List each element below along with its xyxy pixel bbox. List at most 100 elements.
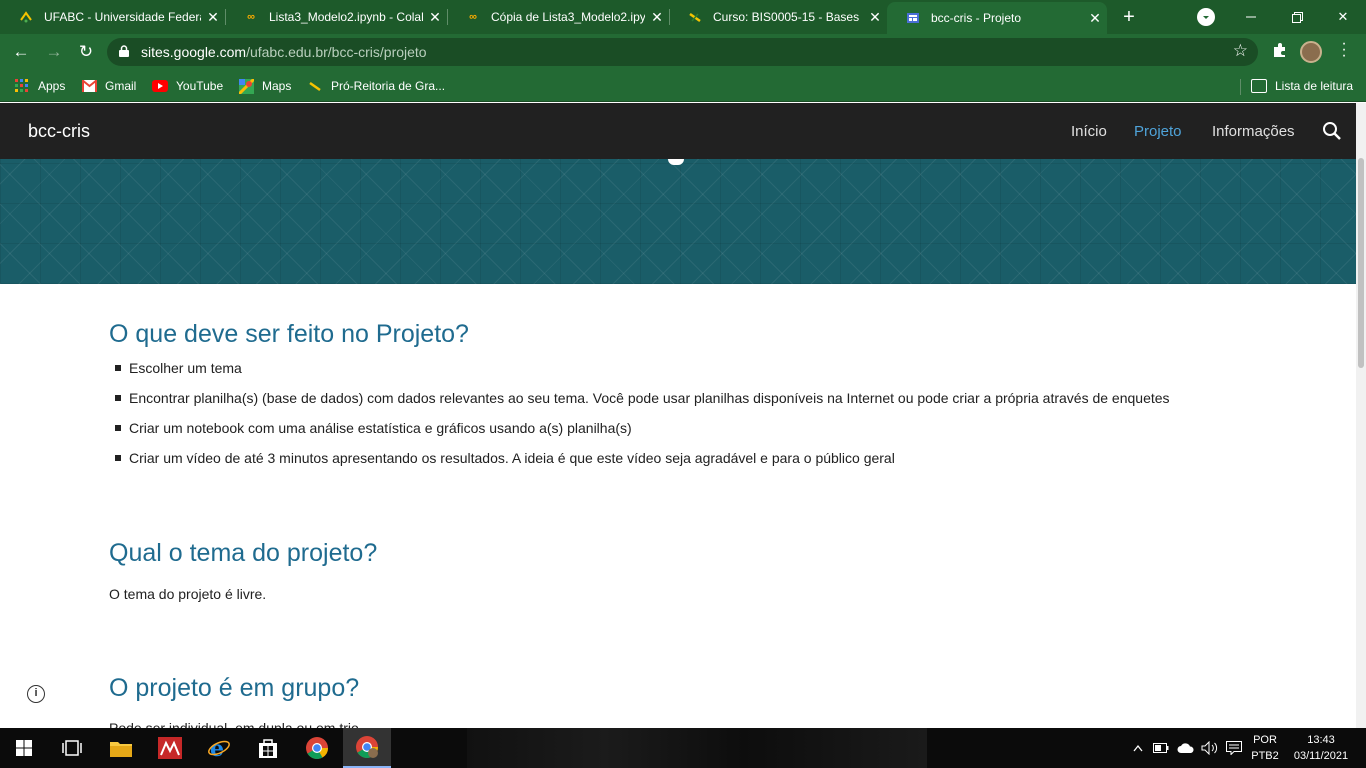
tab-bcc-cris[interactable]: bcc-cris - Projeto ✕ [887, 2, 1107, 34]
volume-icon[interactable] [1199, 728, 1221, 768]
task-list: Escolher um tema Encontrar planilha(s) (… [115, 359, 1170, 479]
tab-moodle[interactable]: Curso: BIS0005-15 - Bases Co ✕ [669, 0, 887, 34]
section-heading-grupo: O projeto é em grupo? [109, 674, 360, 702]
language-code: POR [1253, 734, 1277, 746]
nav-inicio[interactable]: Início [1071, 123, 1107, 140]
bookmark-label: YouTube [176, 79, 224, 93]
reading-list-button[interactable]: Lista de leitura [1251, 76, 1353, 96]
tab-title: Cópia de Lista3_Modelo2.ipynb [491, 10, 645, 24]
clock-time: 13:43 [1307, 734, 1335, 746]
tab-colab-2[interactable]: ∞ Cópia de Lista3_Modelo2.ipynb ✕ [447, 0, 669, 34]
action-center-icon[interactable] [1224, 728, 1244, 768]
chrome-icon[interactable] [293, 728, 341, 768]
tab-colab-1[interactable]: ∞ Lista3_Modelo2.ipynb - Colab ✕ [225, 0, 447, 34]
bookmark-youtube[interactable]: YouTube [152, 76, 223, 96]
apps-grid-icon [14, 78, 30, 94]
site-header: bcc-cris Início Projeto Informações [0, 103, 1366, 159]
input-language-indicator[interactable]: POR PTB2 [1249, 732, 1281, 764]
task-view-icon[interactable] [48, 728, 96, 768]
ufabc-bookmark-icon [307, 78, 323, 94]
tab-search-chevron-icon[interactable] [1197, 8, 1215, 26]
gmail-icon [81, 78, 97, 94]
svg-text:e: e [210, 736, 224, 760]
windows-start-icon[interactable] [0, 728, 48, 768]
section-heading-tema: Qual o tema do projeto? [109, 539, 378, 567]
keyboard-layout: PTB2 [1251, 750, 1279, 762]
list-item: Escolher um tema [115, 359, 1170, 389]
close-tab-icon[interactable]: ✕ [645, 9, 669, 26]
url-text: sites.google.com/ufabc.edu.br/bcc-cris/p… [141, 44, 427, 60]
internet-explorer-icon[interactable]: e [195, 728, 243, 768]
page-scrollbar[interactable] [1356, 103, 1366, 728]
tab-title: UFABC - Universidade Federal [44, 10, 201, 24]
battery-icon[interactable] [1152, 728, 1170, 768]
info-icon[interactable]: i [27, 685, 45, 703]
youtube-icon [152, 78, 168, 94]
bookmark-star-icon[interactable]: ☆ [1233, 41, 1248, 61]
ufabc-favicon-icon [18, 9, 34, 25]
profile-avatar[interactable] [1300, 41, 1322, 63]
bookmark-label: Pró-Reitoria de Gra... [331, 79, 446, 93]
clock-date: 03/11/2021 [1293, 750, 1349, 762]
tab-strip: UFABC - Universidade Federal ✕ ∞ Lista3_… [0, 0, 1366, 34]
microsoft-store-icon[interactable] [244, 728, 292, 768]
bookmark-label: Maps [262, 79, 292, 93]
bookmark-apps[interactable]: Apps [14, 76, 65, 96]
tab-title: Curso: BIS0005-15 - Bases Co [713, 10, 863, 24]
moodle-favicon-icon [687, 9, 703, 25]
back-arrow-icon[interactable]: ← [9, 40, 33, 64]
new-tab-plus-icon[interactable]: + [1117, 5, 1141, 29]
reading-list-icon [1251, 79, 1267, 93]
bookmark-gmail[interactable]: Gmail [81, 76, 136, 96]
browser-toolbar: ← → ↻ sites.google.com/ufabc.edu.br/bcc-… [0, 34, 1366, 70]
bookmark-label: Apps [38, 79, 66, 93]
clock[interactable]: 13:43 03/11/2021 [1290, 732, 1352, 764]
bookmarks-bar: Apps Gmail YouTube Maps Pró-Reitoria de … [0, 70, 1366, 102]
close-tab-icon[interactable]: ✕ [423, 9, 447, 26]
close-tab-icon[interactable]: ✕ [201, 9, 225, 26]
bookmark-maps[interactable]: Maps [238, 76, 291, 96]
close-window-icon[interactable]: ✕ [1320, 0, 1366, 34]
section-heading-o-que-deve: O que deve ser feito no Projeto? [109, 320, 469, 348]
nav-projeto[interactable]: Projeto [1134, 123, 1182, 140]
list-item: Encontrar planilha(s) (base de dados) co… [115, 389, 1170, 419]
google-sites-favicon-icon [905, 10, 921, 26]
scrollbar-thumb[interactable] [1358, 158, 1364, 368]
nav-informacoes[interactable]: Informações [1212, 123, 1295, 140]
restore-icon[interactable] [1274, 0, 1320, 34]
lock-icon [119, 45, 129, 57]
onedrive-cloud-icon[interactable] [1176, 728, 1196, 768]
close-tab-icon[interactable]: ✕ [863, 9, 887, 26]
reading-list-label: Lista de leitura [1275, 79, 1354, 93]
list-item: Criar um vídeo de até 3 minutos apresent… [115, 449, 1170, 479]
chrome-profile-icon[interactable] [343, 728, 391, 768]
page-banner [0, 159, 1366, 284]
tab-ufabc[interactable]: UFABC - Universidade Federal ✕ [0, 0, 225, 34]
page-content: O que deve ser feito no Projeto? Escolhe… [0, 284, 1356, 728]
colab-favicon-icon: ∞ [247, 11, 255, 23]
tab-title: bcc-cris - Projeto [931, 11, 1022, 25]
minimize-icon[interactable] [1228, 0, 1274, 34]
forward-arrow-icon[interactable]: → [42, 40, 66, 64]
section-text-tema: O tema do projeto é livre. [109, 586, 267, 602]
colab-favicon-icon: ∞ [469, 11, 477, 23]
close-tab-icon[interactable]: ✕ [1083, 10, 1107, 27]
taskbar-wallpaper-area [467, 728, 927, 768]
address-bar[interactable]: sites.google.com/ufabc.edu.br/bcc-cris/p… [107, 38, 1258, 66]
tray-chevron-up-icon[interactable] [1130, 728, 1146, 768]
reload-icon[interactable]: ↻ [74, 40, 98, 64]
section-text-grupo: Pode ser individual, em dupla ou em trio… [109, 720, 363, 728]
file-explorer-icon[interactable] [97, 728, 145, 768]
extensions-puzzle-icon[interactable] [1270, 42, 1290, 62]
bookmark-label: Gmail [105, 79, 137, 93]
app-red-icon[interactable] [146, 728, 194, 768]
search-icon[interactable] [1322, 121, 1342, 141]
more-menu-icon[interactable]: · · · [1334, 36, 1354, 64]
bookmark-pro-reitoria[interactable]: Pró-Reitoria de Gra... [307, 76, 445, 96]
banner-title-fragment [668, 159, 684, 165]
maps-icon [238, 78, 254, 94]
tab-title: Lista3_Modelo2.ipynb - Colab [269, 10, 423, 24]
site-title[interactable]: bcc-cris [28, 121, 90, 142]
list-item: Criar um notebook com uma análise estatí… [115, 419, 1170, 449]
windows-taskbar: e POR PTB2 13:43 03/11/2021 [0, 728, 1366, 768]
